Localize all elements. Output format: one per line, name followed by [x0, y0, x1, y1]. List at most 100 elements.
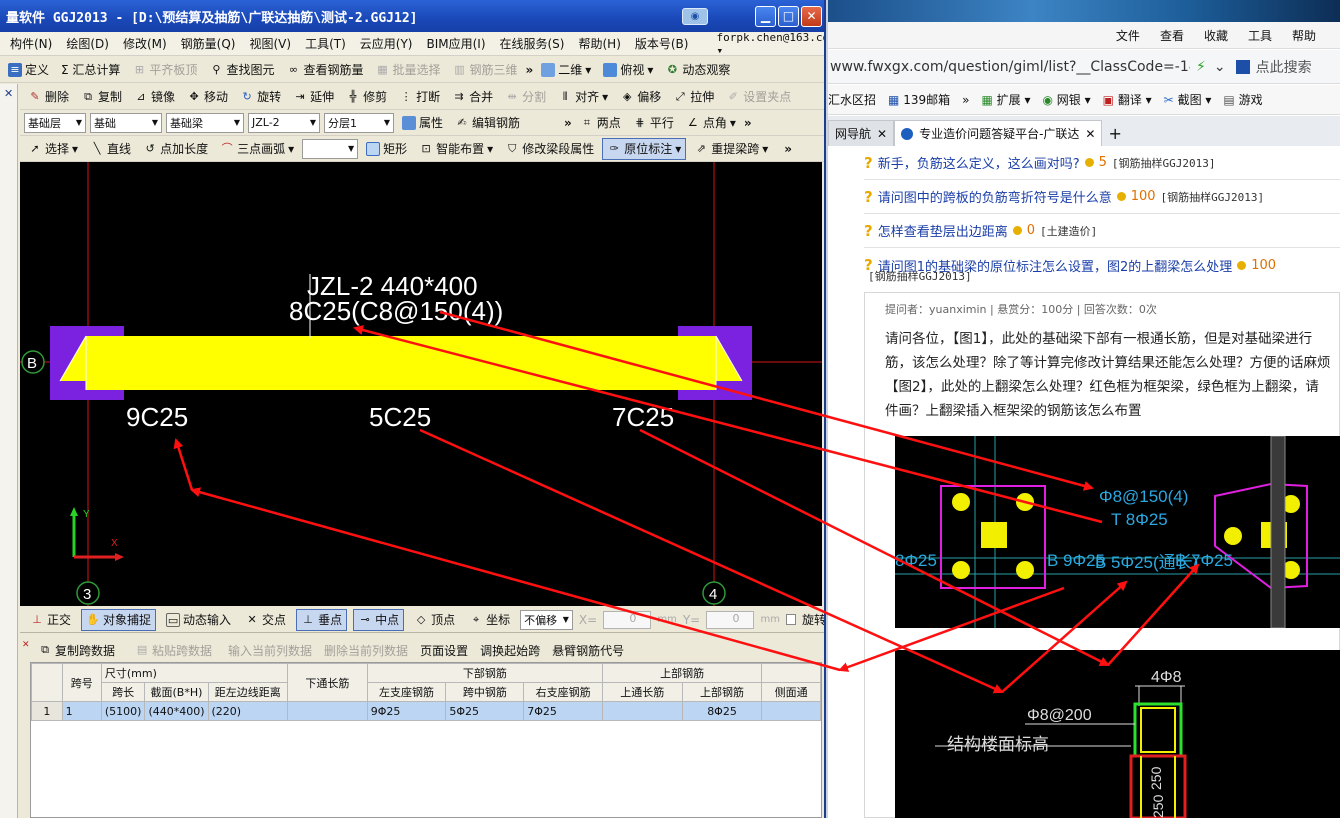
menu-bim[interactable]: BIM应用(I) [426, 35, 485, 52]
list-item[interactable]: ? 请问图中的跨板的负筋弯折符号是什么意 100 [钢筋抽样GGJ2013] [864, 180, 1340, 214]
close-icon[interactable]: ✕ [1085, 127, 1095, 141]
offset-button[interactable]: ◈ 偏移 [616, 86, 665, 108]
question-title[interactable]: 新手，负筋这么定义，这么画对吗? [878, 153, 1080, 172]
smart-layout-dropdown[interactable]: ⊡ 智能布置 ▾ [415, 138, 497, 160]
object-snap-toggle[interactable]: ✋ 对象捕捉 [81, 608, 157, 631]
dynamic-observe-button[interactable]: ✪ 动态观察 [661, 59, 734, 81]
cell-side[interactable] [761, 701, 821, 721]
swap-start-span-button[interactable]: 调换起始跨 [480, 642, 540, 659]
cell-edge-distance[interactable]: (220) [207, 701, 289, 721]
cell-span-length[interactable]: (5100) [100, 701, 146, 721]
bookmark-1[interactable]: 汇水区招 [828, 91, 876, 108]
menu-draw[interactable]: 绘图(D) [66, 35, 109, 52]
menu-help[interactable]: 帮助(H) [578, 35, 620, 52]
midpoint-toggle[interactable]: ⊸ 中点 [353, 608, 405, 631]
translate-button[interactable]: ▣ 翻译 ▾ [1103, 91, 1152, 108]
screenshot-button[interactable]: ✂ 截图 ▾ [1164, 91, 1212, 108]
cell-span[interactable]: 1 [61, 701, 102, 721]
edit-rebar-button[interactable]: ✍ 编辑钢筋 [451, 112, 524, 134]
rebar-3d-button[interactable]: ▥ 钢筋三维 [448, 59, 521, 81]
chevron-down-icon[interactable]: ⌄ [1214, 59, 1226, 75]
more-chevron-icon[interactable]: » [526, 63, 534, 77]
delete-button[interactable]: ✎ 删除 [24, 86, 73, 108]
point-angle-dropdown[interactable]: ∠ 点角 ▾ [682, 112, 740, 134]
bank-button[interactable]: ◉ 网银 ▾ [1042, 91, 1090, 108]
question-title[interactable]: 请问图中的跨板的负筋弯折符号是什么意 [878, 187, 1112, 206]
cell-left-support[interactable]: 9Φ25 [366, 701, 447, 721]
table-row[interactable]: 1 1 (5100) (440*400) (220) 9Φ25 5Φ25 7Φ2… [31, 701, 821, 721]
flush-slab-top-button[interactable]: ⊞ 平齐板顶 [128, 59, 201, 81]
user-account[interactable]: forpk.chen@163.com ▾ [716, 31, 824, 57]
list-item[interactable]: ? 怎样查看垫层出边距离 0 [土建造价] [864, 214, 1340, 248]
stretch-button[interactable]: ⤢ 拉伸 [669, 86, 718, 108]
ortho-toggle[interactable]: ⊥ 正交 [26, 609, 75, 631]
two-point-button[interactable]: ⌗ 两点 [576, 112, 625, 134]
cell-section[interactable]: (440*400) [144, 701, 209, 721]
rotate-button[interactable]: ↻ 旋转 [236, 86, 285, 108]
menu-cloud[interactable]: 云应用(Y) [360, 35, 413, 52]
move-button[interactable]: ✥ 移动 [183, 86, 232, 108]
subtype-select[interactable]: 基础梁 ▼ [166, 112, 244, 133]
menu-component[interactable]: 构件(N) [10, 35, 52, 52]
view-rebar-qty-button[interactable]: ∞ 查看钢筋量 [282, 59, 367, 81]
line-button[interactable]: ╲ 直线 [86, 138, 135, 160]
url-input[interactable]: www.fwxgx.com/question/giml/list?__Class… [830, 59, 1190, 75]
minimize-button[interactable]: ▁ [755, 6, 776, 27]
menu-version[interactable]: 版本号(B) [635, 35, 689, 52]
parallel-button[interactable]: ⋕ 平行 [629, 112, 678, 134]
define-button[interactable]: ≡ 定义 [4, 59, 53, 81]
select-dropdown[interactable]: ➚ 选择 ▾ [24, 138, 82, 160]
more-chevron-icon[interactable]: » [962, 93, 969, 107]
cell-bottom-through[interactable] [287, 701, 368, 721]
search-engine-icon[interactable] [1235, 59, 1250, 74]
paste-span-data-button[interactable]: ▤ 粘贴跨数据 [131, 639, 216, 661]
layer-select[interactable]: 基础层 ▼ [24, 112, 86, 133]
cantilever-code-button[interactable]: 悬臂钢筋代号 [552, 642, 624, 659]
in-situ-annotation-dropdown[interactable]: ✑ 原位标注 ▾ [602, 137, 687, 160]
cell-top-rebar[interactable]: 8Φ25 [681, 701, 763, 721]
summary-calc-button[interactable]: Σ 汇总计算 [57, 59, 124, 81]
search-input[interactable]: 点此搜索 [1256, 57, 1312, 77]
menu-rebar-qty[interactable]: 钢筋量(Q) [181, 35, 236, 52]
list-item[interactable]: ? 新手，负筋这么定义，这么画对吗? 5 [钢筋抽样GGJ2013] [864, 146, 1340, 180]
element-select[interactable]: JZL-2 ▼ [248, 112, 320, 133]
arc-option-select[interactable]: ▼ [302, 138, 359, 159]
align-dropdown[interactable]: ⫴ 对齐 ▾ [554, 86, 612, 108]
rebar-label-mid[interactable]: 5C25 [369, 402, 431, 432]
games-button[interactable]: ▤ 游戏 [1223, 91, 1262, 108]
more-chevron-icon[interactable]: » [564, 116, 572, 130]
break-button[interactable]: ⋮ 打断 [395, 86, 444, 108]
merge-button[interactable]: ⇉ 合并 [448, 86, 497, 108]
vertex-toggle[interactable]: ◇ 顶点 [410, 609, 459, 631]
dynamic-input-toggle[interactable]: ▭ 动态输入 [162, 609, 235, 631]
perpendicular-toggle[interactable]: ⊥ 垂点 [296, 608, 348, 631]
mirror-button[interactable]: ⊿ 镜像 [130, 86, 179, 108]
copy-span-data-button[interactable]: ⧉ 复制跨数据 [34, 639, 119, 661]
lightning-icon[interactable]: ⚡ [1196, 59, 1206, 75]
browser-menu-file[interactable]: 文件 [1116, 27, 1140, 44]
menu-view[interactable]: 视图(V) [249, 35, 291, 52]
browser-menu-tools[interactable]: 工具 [1248, 27, 1272, 44]
intersection-toggle[interactable]: ✕ 交点 [241, 609, 290, 631]
close-icon[interactable]: ✕ [4, 87, 13, 100]
modify-span-attr-button[interactable]: ⛉ 修改梁段属性 [501, 138, 598, 160]
beam-body[interactable] [86, 336, 716, 390]
x-input[interactable]: 0 [603, 610, 652, 629]
find-element-button[interactable]: ⚲ 查找图元 [205, 59, 278, 81]
rectangle-button[interactable]: 矩形 [362, 138, 411, 160]
view-2d-dropdown[interactable]: 二维 ▾ [537, 59, 595, 81]
y-input[interactable]: 0 [706, 610, 755, 629]
cell-mid-span[interactable]: 5Φ25 [445, 701, 525, 721]
tab-glodon-qa[interactable]: 专业造价问题答疑平台-广联达 ✕ [894, 120, 1103, 146]
three-point-arc-dropdown[interactable]: ⌒ 三点画弧 ▾ [216, 138, 298, 160]
question-title[interactable]: 怎样查看垫层出边距离 [878, 221, 1008, 240]
new-tab-button[interactable]: + [1102, 120, 1127, 146]
figure-1[interactable]: Φ8@150(4) T 8Φ25 8Φ25 B 9Φ25 B 5Φ25(通长) … [895, 436, 1340, 628]
re-extract-span-dropdown[interactable]: ⇗ 重提梁跨 ▾ [690, 138, 772, 160]
close-button[interactable]: ✕ [801, 6, 822, 27]
extension-button[interactable]: ▦ 扩展 ▾ [981, 91, 1030, 108]
tab-nav[interactable]: 网导航 ✕ [828, 120, 895, 146]
browser-menu-help[interactable]: 帮助 [1292, 27, 1316, 44]
cell-right-support[interactable]: 7Φ25 [523, 701, 603, 721]
set-grip-button[interactable]: ✐ 设置夹点 [722, 86, 795, 108]
